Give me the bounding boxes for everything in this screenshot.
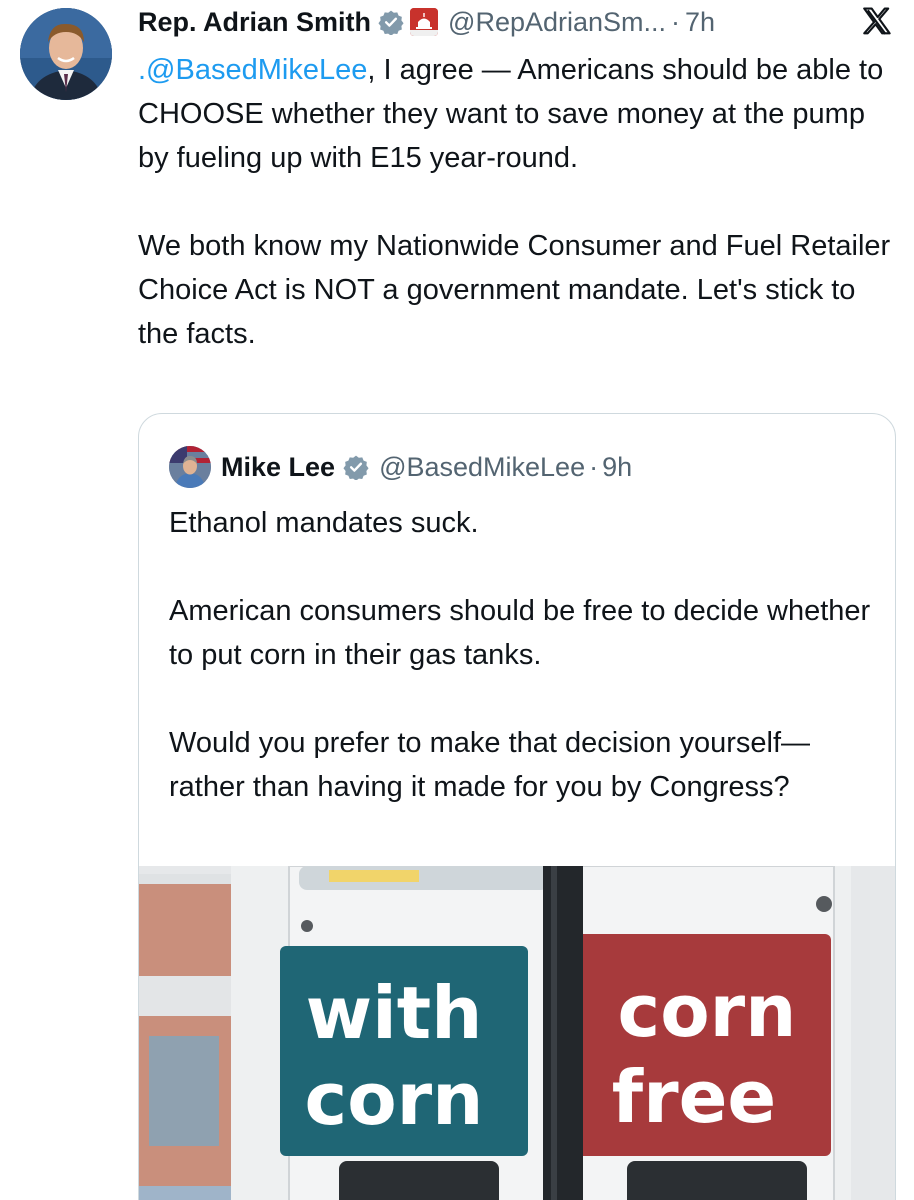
tweet-body: .@BasedMikeLee, I agree — Americans shou… — [138, 48, 898, 356]
right-sign-line1: corn — [618, 969, 797, 1053]
tweet-header: Rep. Adrian Smith @RepAdrianSm... · 7h — [138, 2, 894, 42]
quoted-tweet-body: Ethanol mandates suck. American consumer… — [169, 501, 879, 809]
quoted-author-avatar[interactable] — [169, 446, 211, 488]
fuel-pump-photo[interactable]: with corn corn free — [139, 866, 895, 1200]
capitol-badge-icon[interactable] — [410, 8, 439, 36]
separator-dot: · — [671, 6, 681, 37]
left-sign-line1: with — [306, 971, 483, 1055]
quoted-paragraph-3: Would you prefer to make that decision y… — [169, 727, 811, 803]
quoted-paragraph-2: American consumers should be free to dec… — [169, 595, 871, 671]
author-name[interactable]: Rep. Adrian Smith — [138, 7, 371, 38]
author-avatar[interactable] — [20, 8, 112, 100]
quoted-author-handle[interactable]: @BasedMikeLee — [379, 452, 585, 483]
verified-badge-icon[interactable] — [343, 454, 369, 480]
quoted-tweet-header: Mike Lee @BasedMikeLee · 9h — [169, 446, 632, 488]
quoted-author-name[interactable]: Mike Lee — [221, 452, 335, 483]
left-sign-line2: corn — [305, 1057, 484, 1141]
tweet-paragraph-2: We both know my Nationwide Consumer and … — [138, 230, 891, 350]
mention-link[interactable]: .@BasedMikeLee — [138, 54, 367, 86]
quoted-tweet-timestamp[interactable]: 9h — [602, 452, 632, 483]
right-sign-line2: free — [612, 1055, 777, 1139]
author-handle[interactable]: @RepAdrianSm... — [448, 7, 666, 38]
quoted-paragraph-1: Ethanol mandates suck. — [169, 507, 479, 539]
verified-badge-icon[interactable] — [378, 9, 404, 35]
tweet-paragraph-1: .@BasedMikeLee, I agree — Americans shou… — [138, 48, 898, 180]
tweet-line-rest: , I agree — Americans should be — [367, 54, 789, 86]
quoted-tweet-card[interactable]: Mike Lee @BasedMikeLee · 9h Ethanol mand… — [138, 413, 896, 1200]
separator-dot: · — [589, 451, 599, 482]
x-logo-icon[interactable] — [860, 5, 894, 39]
tweet-timestamp[interactable]: 7h — [685, 7, 715, 38]
